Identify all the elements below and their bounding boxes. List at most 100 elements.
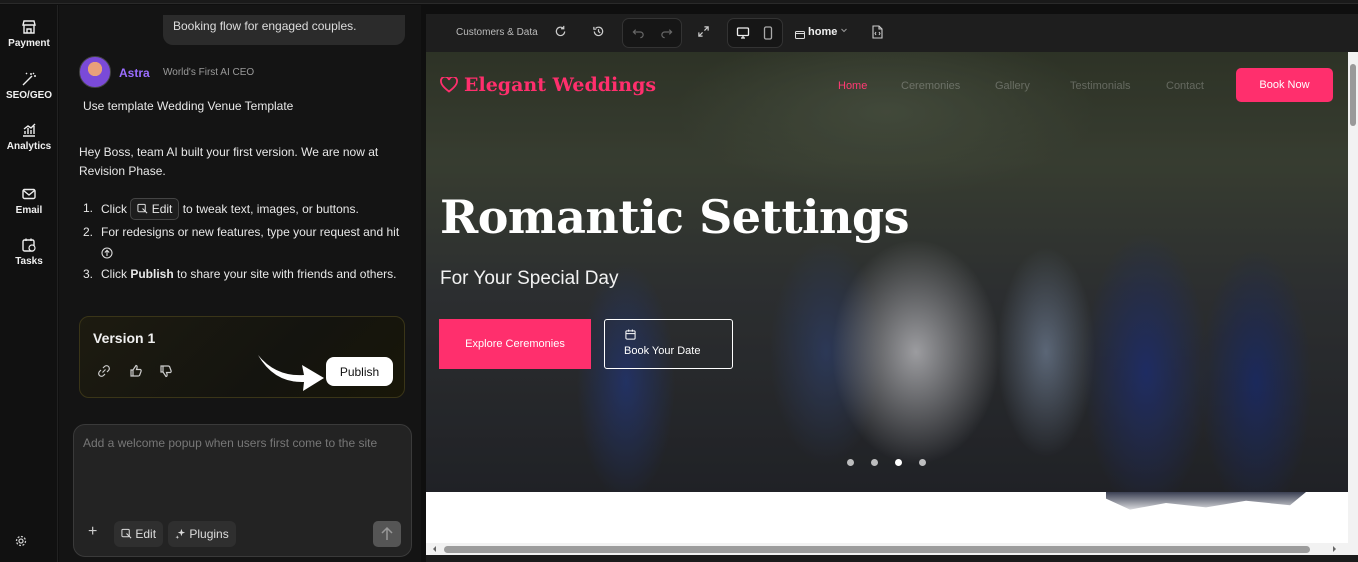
page-selector-label: home	[808, 26, 838, 38]
preview-pane: Customers & Data home Elegant Weddings H…	[426, 14, 1358, 562]
rail-label-analytics: Analytics	[6, 141, 52, 152]
page-icon	[795, 27, 805, 45]
step-text: to share your site with friends and othe…	[177, 267, 397, 281]
rail-label-email: Email	[15, 205, 43, 216]
inline-edit-chip: Edit	[130, 198, 180, 220]
step-text: Click	[101, 267, 127, 281]
customers-data-label[interactable]: Customers & Data	[456, 27, 538, 38]
astra-avatar	[79, 56, 111, 88]
calendar-icon	[625, 329, 636, 340]
bar-chart-icon	[23, 123, 36, 137]
refresh-icon[interactable]	[554, 25, 567, 43]
version-card: Version 1 Publish	[79, 316, 405, 398]
history-icon[interactable]	[592, 25, 605, 43]
step-text: Click	[101, 202, 127, 216]
plugins-label: Plugins	[189, 527, 229, 541]
add-attachment-button[interactable]: +	[88, 523, 97, 541]
step-2: 2. For redesigns or new features, type y…	[83, 222, 403, 262]
previous-message-text: Booking flow for engaged couples.	[173, 19, 357, 33]
nav-home[interactable]: Home	[838, 80, 867, 92]
book-your-date-label: Book Your Date	[624, 345, 701, 357]
version-title: Version 1	[93, 330, 156, 346]
hero-title: Romantic Settings	[440, 190, 910, 244]
inline-edit-label: Edit	[151, 202, 173, 216]
expand-icon[interactable]	[697, 25, 710, 43]
left-rail: Payment SEO/GEO Analytics Email Tasks	[0, 5, 58, 562]
calendar-clock-icon	[22, 238, 36, 252]
publish-button[interactable]: Publish	[326, 357, 393, 386]
nav-contact[interactable]: Contact	[1166, 80, 1204, 92]
carousel-dot-3[interactable]	[895, 459, 902, 466]
settings-button[interactable]	[15, 534, 27, 552]
chevron-down-icon	[841, 28, 848, 33]
previous-message-bubble: Booking flow for engaged couples.	[163, 15, 405, 45]
step-1: 1. Click Edit to tweak text, images, or …	[83, 198, 403, 220]
preview-toolbar: Customers & Data home	[426, 14, 1358, 52]
plugins-button[interactable]: Plugins	[168, 521, 236, 547]
mobile-icon[interactable]	[762, 26, 774, 45]
step-3: 3. Click Publish to share your site with…	[83, 264, 403, 284]
steps-list: 1. Click Edit to tweak text, images, or …	[83, 198, 403, 286]
rail-item-payment[interactable]: Payment	[0, 19, 58, 49]
horizontal-scrollbar[interactable]	[426, 543, 1358, 555]
step-number: 1.	[83, 201, 94, 215]
template-line: Use template Wedding Venue Template	[83, 99, 294, 113]
book-now-button[interactable]: Book Now	[1236, 68, 1333, 102]
edit-mode-button[interactable]: Edit	[114, 521, 164, 547]
gear-icon	[15, 535, 27, 547]
explore-ceremonies-button[interactable]: Explore Ceremonies	[439, 319, 591, 369]
chat-panel: Booking flow for engaged couples. Astra …	[59, 5, 421, 562]
carousel-dot-2[interactable]	[871, 459, 878, 466]
link-icon[interactable]	[97, 364, 111, 383]
redo-icon[interactable]	[660, 26, 673, 44]
rail-label-tasks: Tasks	[15, 256, 43, 267]
mail-icon	[22, 188, 36, 200]
page-selector[interactable]: home	[808, 26, 848, 38]
pointer-arrow-icon	[258, 355, 324, 391]
carousel-dot-1[interactable]	[847, 459, 854, 466]
arrow-up-icon	[381, 526, 393, 540]
thumbs-down-icon[interactable]	[159, 364, 173, 383]
carousel-dot-4[interactable]	[919, 459, 926, 466]
thumbs-up-icon[interactable]	[129, 364, 143, 383]
rail-item-email[interactable]: Email	[0, 186, 58, 216]
magic-wand-icon	[22, 72, 36, 86]
undo-icon[interactable]	[632, 26, 645, 44]
site-logo-text: Elegant Weddings	[464, 74, 657, 96]
vertical-scrollbar[interactable]	[1348, 52, 1358, 543]
scroll-left-icon[interactable]	[430, 543, 438, 555]
book-your-date-button[interactable]: Book Your Date	[604, 319, 733, 369]
window-top-bar	[0, 0, 1358, 4]
nav-testimonials[interactable]: Testimonials	[1070, 80, 1131, 92]
edit-icon	[121, 528, 132, 539]
edit-mode-label: Edit	[135, 527, 157, 541]
horizontal-scroll-thumb[interactable]	[444, 546, 1310, 553]
store-icon	[22, 20, 36, 34]
vertical-scroll-thumb[interactable]	[1350, 64, 1356, 126]
rail-item-tasks[interactable]: Tasks	[0, 237, 58, 267]
nav-gallery[interactable]: Gallery	[995, 80, 1030, 92]
site-preview: Elegant Weddings Home Ceremonies Gallery…	[426, 52, 1348, 543]
hero-subtitle: For Your Special Day	[440, 268, 619, 289]
rail-item-analytics[interactable]: Analytics	[0, 122, 58, 152]
send-button[interactable]	[373, 521, 401, 547]
sender-title: World's First AI CEO	[163, 67, 255, 78]
step-bold-text: Publish	[130, 267, 174, 281]
image-edge-fragment	[1106, 492, 1306, 510]
sender-name: Astra	[119, 66, 150, 80]
heart-icon	[440, 75, 458, 93]
rail-item-seo[interactable]: SEO/GEO	[0, 71, 58, 101]
nav-ceremonies[interactable]: Ceremonies	[901, 80, 960, 92]
step-number: 3.	[83, 267, 94, 281]
rail-label-seo: SEO/GEO	[5, 90, 53, 101]
prompt-input[interactable]	[83, 435, 403, 485]
arrow-up-circle-icon	[101, 247, 113, 259]
step-number: 2.	[83, 225, 94, 239]
scroll-right-icon[interactable]	[1331, 543, 1339, 555]
undo-redo-group	[622, 18, 682, 48]
intro-message: Hey Boss, team AI built your first versi…	[79, 145, 379, 178]
desktop-icon[interactable]	[736, 26, 750, 45]
rail-label-payment: Payment	[8, 38, 50, 49]
code-file-icon[interactable]	[871, 25, 883, 44]
site-logo[interactable]: Elegant Weddings	[440, 74, 656, 96]
